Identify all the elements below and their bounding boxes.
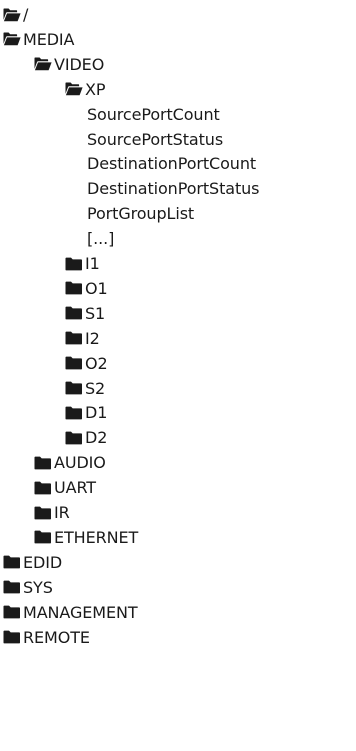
tree-label: DestinationPortCount bbox=[87, 154, 257, 174]
folder-closed-icon bbox=[3, 605, 21, 619]
tree-item[interactable]: PortGroupList bbox=[87, 201, 194, 226]
tree-label: O1 bbox=[85, 278, 108, 298]
tree-item[interactable]: [...] bbox=[87, 226, 114, 251]
tree-label: EDID bbox=[23, 552, 63, 572]
folder-closed-icon bbox=[34, 481, 52, 495]
tree-folder[interactable]: S2 bbox=[65, 376, 105, 401]
tree-label: S2 bbox=[85, 378, 106, 398]
tree-label: SYS bbox=[23, 577, 53, 597]
tree-label: IR bbox=[54, 503, 70, 522]
tree-folder[interactable]: SYS bbox=[3, 575, 53, 600]
tree-label: S1 bbox=[85, 303, 106, 323]
folder-closed-icon bbox=[3, 580, 21, 594]
tree-label: AUDIO bbox=[54, 453, 106, 473]
tree-label: D2 bbox=[85, 428, 108, 448]
tree-label: DestinationPortStatus bbox=[87, 179, 260, 199]
tree-label: I2 bbox=[85, 328, 100, 348]
tree-label: SourcePortStatus bbox=[87, 129, 224, 149]
tree-folder[interactable]: O1 bbox=[65, 276, 108, 301]
tree-folder[interactable]: I1 bbox=[65, 251, 100, 276]
folder-closed-icon bbox=[34, 530, 52, 544]
folder-closed-icon bbox=[65, 406, 83, 420]
tree-folder[interactable]: I2 bbox=[65, 326, 100, 351]
folder-closed-icon bbox=[3, 630, 21, 644]
tree-label: MEDIA bbox=[23, 29, 75, 49]
folder-closed-icon bbox=[65, 331, 83, 345]
tree-folder[interactable]: S1 bbox=[65, 301, 105, 326]
tree-folder[interactable]: IR bbox=[34, 500, 70, 525]
folder-open-icon bbox=[3, 8, 21, 22]
tree-item[interactable]: SourcePortCount bbox=[87, 102, 220, 127]
tree-folder[interactable]: AUDIO bbox=[34, 450, 106, 475]
tree-label: PortGroupList bbox=[87, 204, 195, 224]
folder-closed-icon bbox=[34, 456, 52, 470]
folder-closed-icon bbox=[34, 506, 52, 520]
folder-closed-icon bbox=[65, 431, 83, 445]
tree-label: REMOTE bbox=[23, 627, 90, 647]
folder-closed-icon bbox=[65, 306, 83, 320]
tree-folder[interactable]: MANAGEMENT bbox=[3, 600, 138, 625]
tree-label: I1 bbox=[85, 254, 100, 273]
tree-label: ETHERNET bbox=[54, 527, 139, 547]
tree-label: D1 bbox=[85, 403, 108, 423]
folder-closed-icon bbox=[3, 555, 21, 569]
folder-closed-icon bbox=[65, 281, 83, 295]
tree-folder[interactable]: O2 bbox=[65, 351, 108, 376]
folder-open-icon bbox=[65, 82, 83, 96]
folder-closed-icon bbox=[65, 381, 83, 395]
tree-folder[interactable]: D2 bbox=[65, 425, 107, 450]
tree-item[interactable]: DestinationPortStatus bbox=[87, 176, 260, 201]
tree-folder[interactable]: D1 bbox=[65, 400, 107, 425]
tree-label: SourcePortCount bbox=[87, 104, 220, 124]
tree-folder[interactable]: MEDIA bbox=[3, 27, 75, 52]
tree-label: XP bbox=[85, 79, 106, 99]
folder-closed-icon bbox=[65, 356, 83, 370]
tree-label: [...] bbox=[87, 229, 115, 249]
tree-folder[interactable]: / bbox=[3, 2, 28, 27]
tree-label: O2 bbox=[85, 353, 108, 373]
tree-label: MANAGEMENT bbox=[23, 602, 138, 622]
tree-folder[interactable]: EDID bbox=[3, 550, 62, 575]
folder-open-icon bbox=[34, 57, 52, 71]
tree-folder[interactable]: ETHERNET bbox=[34, 525, 138, 550]
folder-open-icon bbox=[3, 32, 21, 46]
tree-folder[interactable]: XP bbox=[65, 77, 106, 102]
tree-folder[interactable]: VIDEO bbox=[34, 52, 104, 77]
folder-closed-icon bbox=[65, 257, 83, 271]
tree-label: UART bbox=[54, 478, 96, 498]
tree-item[interactable]: SourcePortStatus bbox=[87, 127, 223, 152]
tree-label: VIDEO bbox=[54, 54, 105, 74]
tree-folder[interactable]: UART bbox=[34, 475, 96, 500]
tree-item[interactable]: DestinationPortCount bbox=[87, 151, 256, 176]
tree-label: / bbox=[23, 5, 29, 24]
tree-folder[interactable]: REMOTE bbox=[3, 625, 90, 650]
folder-tree: / MEDIA VIDEO XP SourcePortCount SourcePortSt… bbox=[0, 0, 356, 751]
